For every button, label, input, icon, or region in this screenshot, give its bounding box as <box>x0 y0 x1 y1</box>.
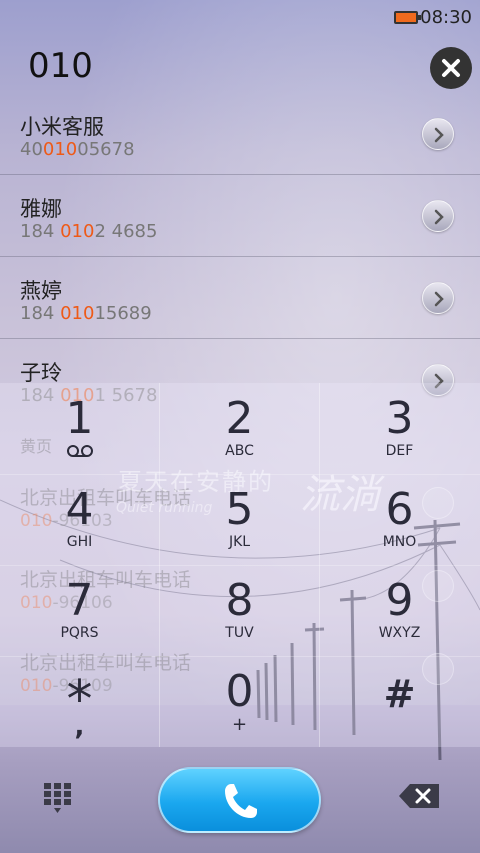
list-item[interactable]: 小米客服 4001005678 <box>0 93 480 175</box>
chevron-right-icon <box>434 291 444 307</box>
battery-icon <box>394 11 421 24</box>
backspace-icon[interactable] <box>398 783 440 809</box>
contact-number: 4001005678 <box>20 139 135 160</box>
dialed-number[interactable]: 010 <box>28 46 93 86</box>
list-item[interactable]: 雅娜 184 0102 4685 <box>0 175 480 257</box>
contact-results: 小米客服 4001005678 雅娜 184 0102 4685 燕婷 184 … <box>0 93 480 421</box>
close-icon <box>442 59 460 77</box>
contact-detail-button[interactable] <box>422 118 454 150</box>
key-4[interactable]: 4 GHI <box>0 474 159 565</box>
key-5[interactable]: 5 JKL <box>160 474 319 565</box>
contact-name: 雅娜 <box>20 197 62 221</box>
key-star[interactable]: * , <box>0 656 159 747</box>
key-9[interactable]: 9 WXYZ <box>320 565 479 656</box>
key-0[interactable]: 0 + <box>160 656 319 747</box>
key-3[interactable]: 3 DEF <box>320 383 479 474</box>
dialpad-toggle-icon[interactable] <box>44 783 74 815</box>
clear-input-button[interactable] <box>430 47 472 89</box>
contact-number: 184 01015689 <box>20 303 152 324</box>
contact-detail-button[interactable] <box>422 282 454 314</box>
contact-detail-button[interactable] <box>422 200 454 232</box>
status-time: 08:30 <box>420 7 472 28</box>
bottom-bar <box>0 747 480 853</box>
key-hash[interactable]: # <box>320 656 479 747</box>
contact-name: 小米客服 <box>20 115 104 139</box>
phone-icon <box>225 784 257 818</box>
dialpad: 1 2 ABC 3 DEF 4 GHI 5 JKL 6 MNO 7 PQRS 8… <box>0 383 480 747</box>
key-2[interactable]: 2 ABC <box>160 383 319 474</box>
status-bar: 08:30 <box>0 0 480 34</box>
voicemail-icon <box>67 445 93 457</box>
key-1[interactable]: 1 <box>0 383 159 474</box>
key-7[interactable]: 7 PQRS <box>0 565 159 656</box>
key-6[interactable]: 6 MNO <box>320 474 479 565</box>
chevron-right-icon <box>434 209 444 225</box>
chevron-right-icon <box>434 127 444 143</box>
key-8[interactable]: 8 TUV <box>160 565 319 656</box>
contact-number: 184 0102 4685 <box>20 221 158 242</box>
contact-name: 燕婷 <box>20 279 62 303</box>
list-item[interactable]: 燕婷 184 01015689 <box>0 257 480 339</box>
call-button[interactable] <box>158 767 321 833</box>
